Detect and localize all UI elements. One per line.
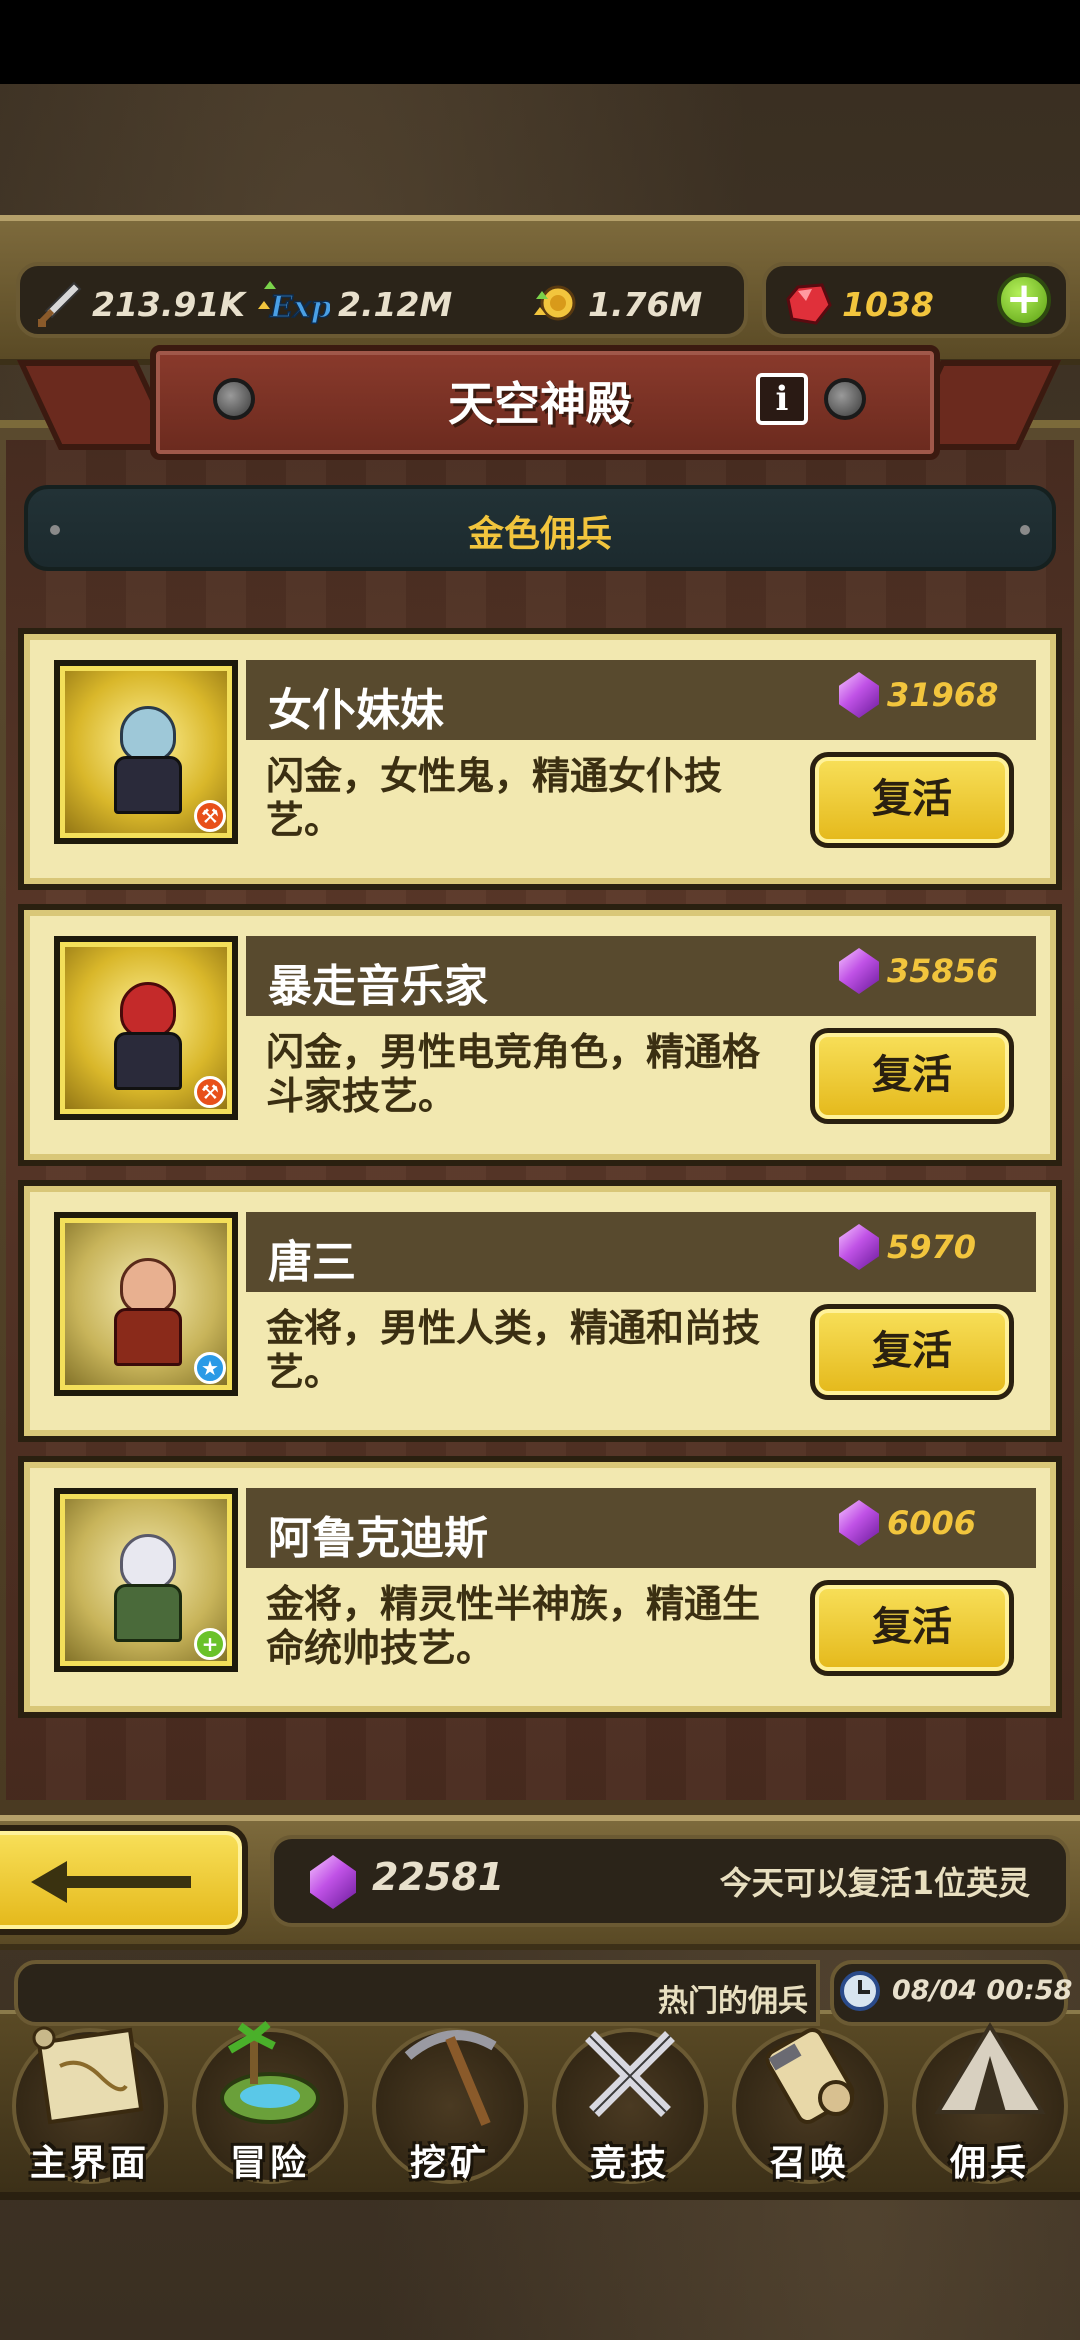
tent-icon bbox=[934, 2022, 1046, 2114]
revive-button[interactable]: 复活 bbox=[810, 1028, 1014, 1124]
nav-mining[interactable]: 挖矿 bbox=[360, 2010, 540, 2200]
revive-limit-note: 今天可以复活1位英灵 bbox=[719, 1864, 1030, 1902]
map-scroll-icon bbox=[32, 2026, 144, 2125]
purple-gem-icon bbox=[839, 672, 879, 718]
cost-value: 31968 bbox=[887, 676, 999, 714]
purple-gem-icon bbox=[839, 948, 879, 994]
back-arrow-icon bbox=[31, 1861, 191, 1903]
hero-sprite bbox=[112, 706, 184, 816]
crossed-swords-icon bbox=[585, 2031, 675, 2117]
cost-value: 5970 bbox=[887, 1228, 977, 1266]
hero-card: ★ 唐三 5970 金将，男性人类，精通和尚技艺。 复活 bbox=[18, 1180, 1062, 1442]
nav-summon[interactable]: 召唤 bbox=[720, 2010, 900, 2200]
nav-main[interactable]: 主界面 bbox=[0, 2010, 180, 2200]
clock-icon bbox=[840, 1971, 880, 2011]
wrench-icon: ⚒ bbox=[194, 1076, 226, 1108]
hero-description: 金将，精灵性半神族，精通生命统帅技艺。 bbox=[266, 1582, 761, 1670]
gold-stat: 1.76M bbox=[530, 276, 702, 332]
gem-stat: 1038 bbox=[784, 276, 934, 332]
hero-description: 闪金，男性电竞角色，精通格斗家技艺。 bbox=[266, 1030, 761, 1118]
hero-portrait[interactable]: ⚒ bbox=[54, 936, 238, 1120]
ruby-icon bbox=[784, 279, 834, 329]
wrench-icon: ⚒ bbox=[194, 800, 226, 832]
revive-button[interactable]: 复活 bbox=[810, 752, 1014, 848]
exp-value: 2.12M bbox=[338, 284, 453, 324]
attack-stat: 213.91K bbox=[34, 276, 245, 332]
revive-button[interactable]: 复活 bbox=[810, 1580, 1014, 1676]
category-title: 金色佣兵 bbox=[467, 514, 612, 555]
info-button[interactable]: i bbox=[756, 373, 808, 425]
hero-portrait[interactable]: ★ bbox=[54, 1212, 238, 1396]
hero-name: 唐三 bbox=[268, 1237, 356, 1288]
revive-button[interactable]: 复活 bbox=[810, 1304, 1014, 1400]
hero-portrait[interactable]: ⚒ bbox=[54, 660, 238, 844]
hero-name: 女仆妹妹 bbox=[268, 685, 444, 736]
hero-name: 阿鲁克迪斯 bbox=[268, 1513, 488, 1564]
sword-icon bbox=[34, 279, 84, 329]
hero-description: 金将，男性人类，精通和尚技艺。 bbox=[266, 1306, 761, 1394]
back-button[interactable] bbox=[0, 1825, 248, 1935]
hero-description: 闪金，女性鬼，精通女仆技艺。 bbox=[266, 754, 723, 842]
island-icon bbox=[220, 2020, 320, 2124]
hero-card: + 阿鲁克迪斯 6006 金将，精灵性半神族，精通生命统帅技艺。 复活 bbox=[18, 1456, 1062, 1718]
star-icon: ★ bbox=[194, 1352, 226, 1384]
nav-label: 冒险 bbox=[229, 2143, 310, 2184]
purple-gem-icon bbox=[839, 1224, 879, 1270]
gold-coin-icon bbox=[530, 279, 580, 329]
nav-label: 挖矿 bbox=[409, 2143, 490, 2184]
nav-label: 竞技 bbox=[589, 2143, 670, 2184]
nav-label: 主界面 bbox=[29, 2143, 150, 2184]
hero-cost: 31968 bbox=[839, 672, 998, 718]
page-title: 天空神殿 bbox=[448, 377, 632, 431]
resource-panel: 213.91K Exp 2.12M 1.76M bbox=[16, 262, 748, 338]
add-gems-button[interactable]: + bbox=[997, 273, 1051, 327]
nav-label: 召唤 bbox=[769, 2143, 850, 2184]
nav-arena[interactable]: 竞技 bbox=[540, 2010, 720, 2200]
pickaxe-icon bbox=[404, 2030, 497, 2126]
cost-value: 6006 bbox=[887, 1504, 977, 1542]
gem-total-value: 22581 bbox=[372, 1855, 505, 1899]
nav-label: 佣兵 bbox=[949, 2143, 1030, 2184]
nav-mercenary[interactable]: 佣兵 bbox=[900, 2010, 1080, 2200]
hero-sprite bbox=[112, 1534, 184, 1644]
attack-value: 213.91K bbox=[92, 284, 245, 324]
hero-name: 暴走音乐家 bbox=[268, 961, 488, 1012]
status-bar bbox=[0, 0, 1080, 84]
hero-cost: 6006 bbox=[839, 1500, 976, 1546]
hero-card: ⚒ 暴走音乐家 35856 闪金，男性电竞角色，精通格斗家技艺。 复活 bbox=[18, 904, 1062, 1166]
exp-label: Exp bbox=[269, 290, 330, 325]
nav-adventure[interactable]: 冒险 bbox=[180, 2010, 360, 2200]
hero-sprite bbox=[112, 1258, 184, 1368]
exp-stat: Exp 2.12M bbox=[256, 276, 452, 332]
purple-gem-icon bbox=[839, 1500, 879, 1546]
plus-icon: + bbox=[194, 1628, 226, 1660]
summon-scroll-icon bbox=[765, 2028, 855, 2124]
hero-sprite bbox=[112, 982, 184, 1092]
gold-value: 1.76M bbox=[588, 284, 703, 324]
hero-cost: 5970 bbox=[839, 1224, 976, 1270]
hero-card: ⚒ 女仆妹妹 31968 闪金，女性鬼，精通女仆技艺。 复活 bbox=[18, 628, 1062, 890]
hero-cost: 35856 bbox=[839, 948, 998, 994]
cost-value: 35856 bbox=[887, 952, 999, 990]
hero-portrait[interactable]: + bbox=[54, 1488, 238, 1672]
clock-time: 08/04 00:58 bbox=[892, 1975, 1073, 2006]
gem-value: 1038 bbox=[842, 284, 934, 324]
exp-icon: Exp bbox=[256, 279, 333, 329]
